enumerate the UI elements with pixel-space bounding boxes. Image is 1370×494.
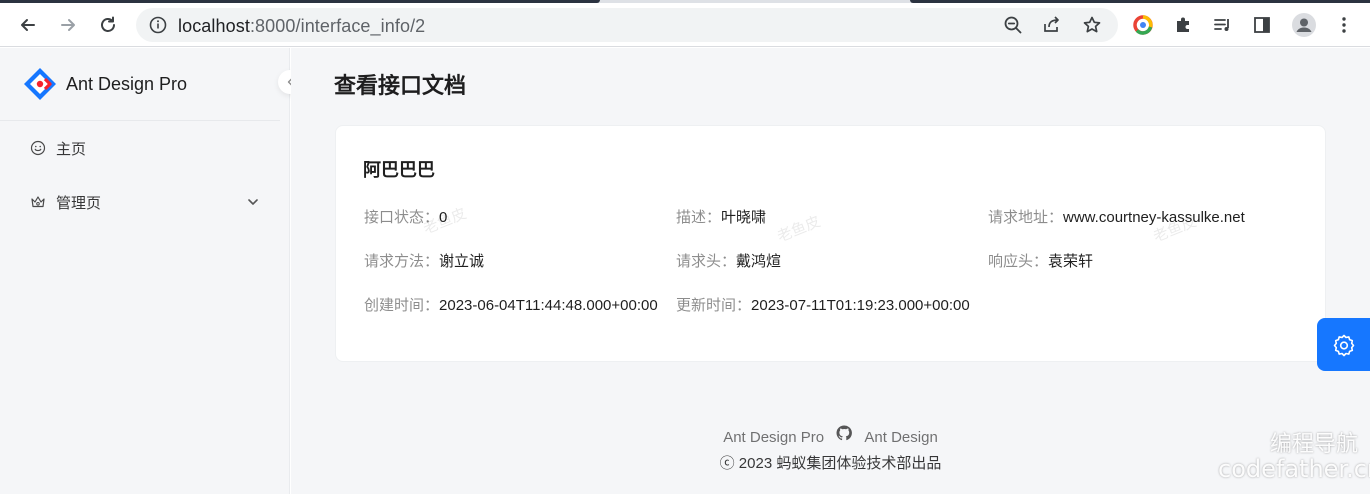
- request-url-field: 请求地址：www.courtney-kassulke.net: [988, 206, 1245, 227]
- overlay-watermark-domain: codefather.cn: [1218, 455, 1370, 483]
- info-icon[interactable]: [148, 15, 168, 35]
- description-value: 叶晓啸: [721, 209, 767, 226]
- chevron-down-icon[interactable]: [246, 195, 260, 209]
- footer-links: Ant Design Pro Ant Design: [291, 425, 1370, 446]
- request-header-field: 请求头：戴鸿煊: [676, 250, 781, 271]
- footer-link-ant-design[interactable]: Ant Design: [864, 429, 937, 446]
- app-title: Ant Design Pro: [66, 73, 188, 94]
- sidebar: Ant Design Pro 主页 管理页: [0, 48, 290, 494]
- page-title: 查看接口文档: [334, 73, 467, 98]
- request-header-label: 请求头：: [676, 253, 737, 270]
- share-icon[interactable]: [1042, 15, 1062, 35]
- method-field: 请求方法：谢立诚: [364, 250, 484, 271]
- forward-button[interactable]: [53, 10, 83, 40]
- github-icon[interactable]: [836, 425, 853, 441]
- sidebar-item-admin[interactable]: 管理页: [30, 182, 260, 222]
- reload-button[interactable]: [93, 10, 123, 40]
- puzzle-icon[interactable]: [1173, 15, 1193, 35]
- app-logo[interactable]: Ant Design Pro: [22, 66, 282, 102]
- address-bar[interactable]: localhost:8000/interface_info/2: [136, 8, 1118, 42]
- updated-time-field: 更新时间：2023-07-11T01:19:23.000+00:00: [676, 294, 970, 315]
- response-header-field: 响应头：袁荣轩: [988, 250, 1093, 271]
- sidebar-item-label: 主页: [56, 140, 87, 158]
- card-title: 阿巴巴巴: [363, 160, 435, 180]
- request-url-value: www.courtney-kassulke.net: [1063, 209, 1245, 226]
- method-label: 请求方法：: [364, 253, 440, 270]
- reading-list-icon[interactable]: [1212, 15, 1232, 35]
- description-label: 描述：: [676, 209, 722, 226]
- status-value: 0: [439, 209, 448, 226]
- status-field: 接口状态：0: [364, 206, 447, 227]
- url-text[interactable]: localhost:8000/interface_info/2: [178, 16, 425, 37]
- arrow-right-icon: [61, 19, 75, 31]
- settings-drawer-button[interactable]: [1317, 318, 1370, 371]
- status-label: 接口状态：: [364, 209, 440, 226]
- url-host: localhost: [178, 16, 250, 36]
- description-row: 创建时间：2023-06-04T11:44:48.000+00:00 更新时间：…: [364, 294, 1314, 316]
- profile-avatar-icon[interactable]: [1292, 13, 1316, 37]
- response-header-value: 袁荣轩: [1048, 253, 1094, 270]
- description-row: 请求方法：谢立诚 请求头：戴鸿煊 响应头：袁荣轩: [364, 250, 1314, 272]
- created-time-value: 2023-06-04T11:44:48.000+00:00: [439, 297, 658, 314]
- footer-link-ant-design-pro[interactable]: Ant Design Pro: [723, 429, 824, 446]
- arrow-left-icon: [21, 19, 35, 31]
- kebab-menu-icon[interactable]: [1334, 15, 1354, 35]
- extension-color-icon[interactable]: [1133, 15, 1153, 35]
- request-url-label: 请求地址：: [988, 209, 1064, 226]
- crown-icon: [31, 196, 45, 208]
- sidebar-divider: [0, 120, 280, 121]
- footer-copyright: ⓒ 2023 蚂蚁集团体验技术部出品: [719, 455, 942, 472]
- gear-icon: [1333, 334, 1354, 356]
- created-time-field: 创建时间：2023-06-04T11:44:48.000+00:00: [364, 294, 658, 315]
- request-header-value: 戴鸿煊: [736, 253, 782, 270]
- updated-time-label: 更新时间：: [676, 297, 752, 314]
- ant-design-logo-icon: [24, 68, 56, 100]
- side-panel-icon[interactable]: [1252, 15, 1272, 35]
- created-time-label: 创建时间：: [364, 297, 440, 314]
- method-value: 谢立诚: [439, 253, 485, 270]
- description-row: 接口状态：0 描述：叶晓啸 请求地址：www.courtney-kassulke…: [364, 206, 1314, 228]
- url-path: :8000/interface_info/2: [249, 16, 426, 36]
- interface-info-card: 阿巴巴巴 接口状态：0 描述：叶晓啸 请求地址：www.courtney-kas…: [335, 125, 1326, 362]
- smile-icon: [30, 140, 46, 156]
- overlay-watermark-title: 编程导航: [1270, 432, 1359, 457]
- response-header-label: 响应头：: [988, 253, 1049, 270]
- browser-toolbar: localhost:8000/interface_info/2: [0, 3, 1370, 47]
- description-field: 描述：叶晓啸: [676, 206, 766, 227]
- zoom-out-icon[interactable]: [1003, 15, 1023, 35]
- main-content: 查看接口文档 阿巴巴巴 接口状态：0 描述：叶晓啸 请求地址：www.court…: [291, 48, 1370, 494]
- updated-time-value: 2023-07-11T01:19:23.000+00:00: [751, 297, 970, 314]
- star-icon[interactable]: [1082, 15, 1102, 35]
- sidebar-item-home[interactable]: 主页: [30, 128, 260, 168]
- reload-icon: [101, 16, 115, 32]
- sidebar-item-label: 管理页: [56, 194, 102, 212]
- back-button[interactable]: [13, 10, 43, 40]
